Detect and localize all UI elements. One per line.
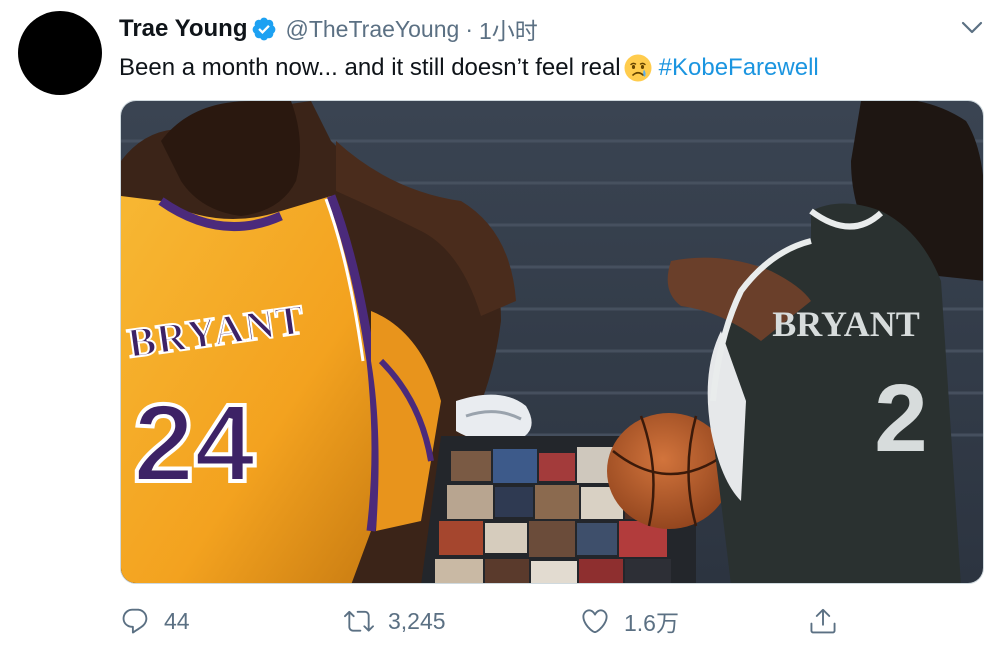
timestamp[interactable]: 1小时	[479, 12, 538, 46]
hashtag-link[interactable]: #KobeFarewell	[659, 52, 819, 84]
display-name[interactable]: Trae Young	[119, 15, 247, 43]
crying-face-emoji	[623, 53, 653, 83]
right-jersey-number: 2	[874, 365, 927, 472]
avatar[interactable]	[18, 11, 102, 95]
separator-dot: ·	[465, 15, 473, 42]
tweet-image[interactable]: BRYANT 24 BRYANT 2	[120, 100, 984, 584]
tweet-actions: 44 3,245 1.6万	[0, 596, 1000, 646]
left-jersey-number: 24	[133, 382, 255, 505]
right-jersey-name: BRYANT	[772, 304, 919, 344]
like-button[interactable]: 1.6万	[580, 596, 679, 646]
retweet-button[interactable]: 3,245	[344, 596, 446, 646]
tweet[interactable]: Trae Young @TheTraeYoung · 1小时 Been a mo…	[0, 0, 1000, 654]
kobe-gigi-artwork: BRYANT 24 BRYANT 2	[121, 101, 983, 583]
tweet-text: Been a month now... and it still doesn’t…	[119, 52, 819, 84]
share-button[interactable]	[808, 596, 852, 646]
handle[interactable]: @TheTraeYoung	[285, 16, 459, 43]
chevron-down-icon[interactable]	[958, 18, 986, 38]
like-count: 1.6万	[624, 610, 679, 636]
reply-button[interactable]: 44	[120, 596, 190, 646]
like-icon	[582, 609, 608, 634]
reply-count: 44	[164, 607, 190, 634]
reply-icon	[122, 608, 148, 634]
retweet-count: 3,245	[388, 607, 446, 634]
tweet-body-text: Been a month now... and it still doesn’t…	[119, 54, 621, 81]
tweet-header: Trae Young @TheTraeYoung · 1小时	[119, 12, 538, 46]
share-icon	[810, 608, 836, 634]
verified-badge-icon	[251, 16, 277, 42]
retweet-icon	[344, 610, 374, 632]
